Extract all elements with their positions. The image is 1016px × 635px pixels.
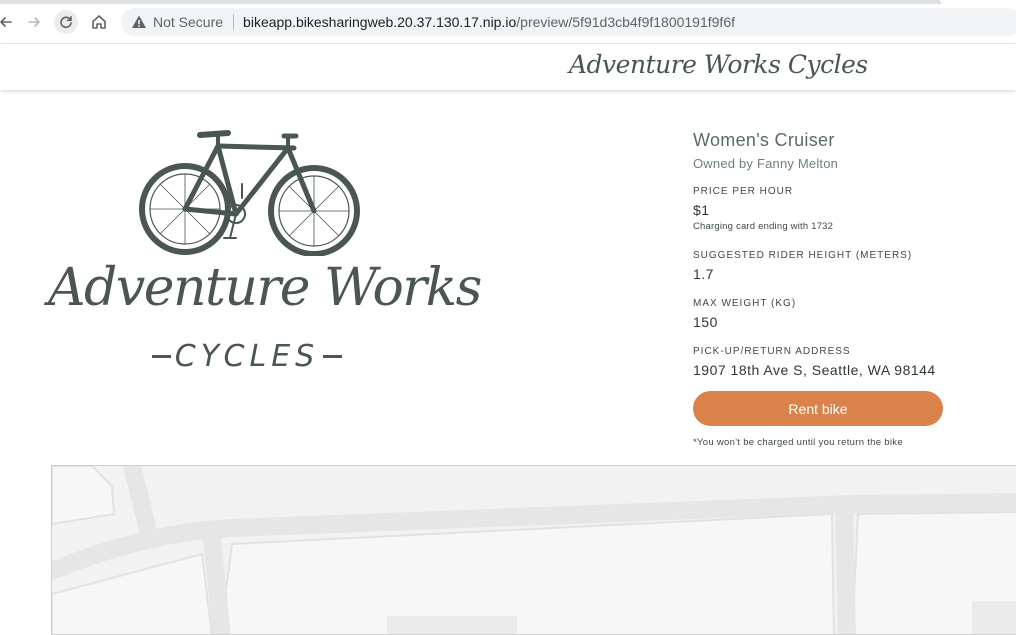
address-bar[interactable]: Not Secure bikeapp.bikesharingweb.20.37.…	[121, 8, 1016, 36]
price-label: PRICE PER HOUR	[693, 186, 794, 197]
brand-logo: Adventure Works CYCLES	[48, 124, 482, 384]
bike-owner: Owned by Fanny Melton	[693, 156, 839, 171]
max-weight-value: 150	[693, 314, 718, 330]
reload-icon	[60, 16, 72, 29]
price-field: PRICE PER HOUR $1 Charging card ending w…	[693, 186, 833, 232]
address-label: PICK-UP/RETURN ADDRESS	[693, 346, 851, 357]
back-button[interactable]	[0, 10, 18, 34]
header-logo[interactable]: Adventure Works Cycles	[569, 50, 868, 79]
rent-charge-note: *You won't be charged until you return t…	[693, 437, 903, 448]
price-value: $1	[693, 202, 710, 218]
location-map[interactable]	[51, 465, 1016, 635]
rider-height-field: SUGGESTED RIDER HEIGHT (METERS) 1.7	[693, 250, 912, 282]
max-weight-label: MAX WEIGHT (KG)	[693, 298, 797, 309]
active-tab-edge[interactable]	[940, 0, 1016, 4]
home-button[interactable]	[87, 10, 111, 34]
price-card-note: Charging card ending with 1732	[693, 221, 834, 232]
site-header: Adventure Works Cycles	[0, 44, 1016, 90]
browser-toolbar: Not Secure bikeapp.bikesharingweb.20.37.…	[0, 0, 1016, 44]
home-icon	[92, 15, 106, 29]
security-label[interactable]: Not Secure	[153, 14, 223, 30]
forward-button[interactable]	[22, 10, 46, 34]
arrow-left-icon	[0, 17, 12, 27]
logo-dash-left	[152, 354, 171, 358]
bicycle-icon	[139, 130, 360, 256]
map-streets	[52, 466, 1016, 634]
logo-cycles: CYCLES	[152, 336, 342, 376]
bike-details: Women's Cruiser Owned by Fanny Melton PR…	[693, 130, 1013, 448]
address-field: PICK-UP/RETURN ADDRESS 1907 18th Ave S, …	[693, 346, 936, 378]
max-weight-field: MAX WEIGHT (KG) 150	[693, 298, 796, 330]
url-host[interactable]: bikeapp.bikesharingweb.20.37.130.17.nip.…	[243, 14, 516, 30]
arrow-right-icon	[28, 17, 40, 27]
reload-button[interactable]	[54, 10, 78, 34]
warning-icon[interactable]	[131, 14, 147, 30]
address-value: 1907 18th Ave S, Seattle, WA 98144	[693, 362, 936, 378]
tab-strip	[0, 0, 1016, 4]
rider-height-value: 1.7	[693, 266, 714, 282]
logo-cycles-text: CYCLES	[174, 338, 320, 374]
address-separator	[233, 14, 235, 30]
url-path[interactable]: /preview/5f91d3cb4f9f1800191f9f6f	[516, 14, 735, 30]
logo-script-text: Adventure Works	[48, 258, 482, 318]
rent-bike-button[interactable]: Rent bike	[693, 391, 943, 426]
rider-height-label: SUGGESTED RIDER HEIGHT (METERS)	[693, 250, 913, 261]
logo-dash-right	[323, 354, 342, 358]
bike-name: Women's Cruiser	[693, 130, 835, 150]
